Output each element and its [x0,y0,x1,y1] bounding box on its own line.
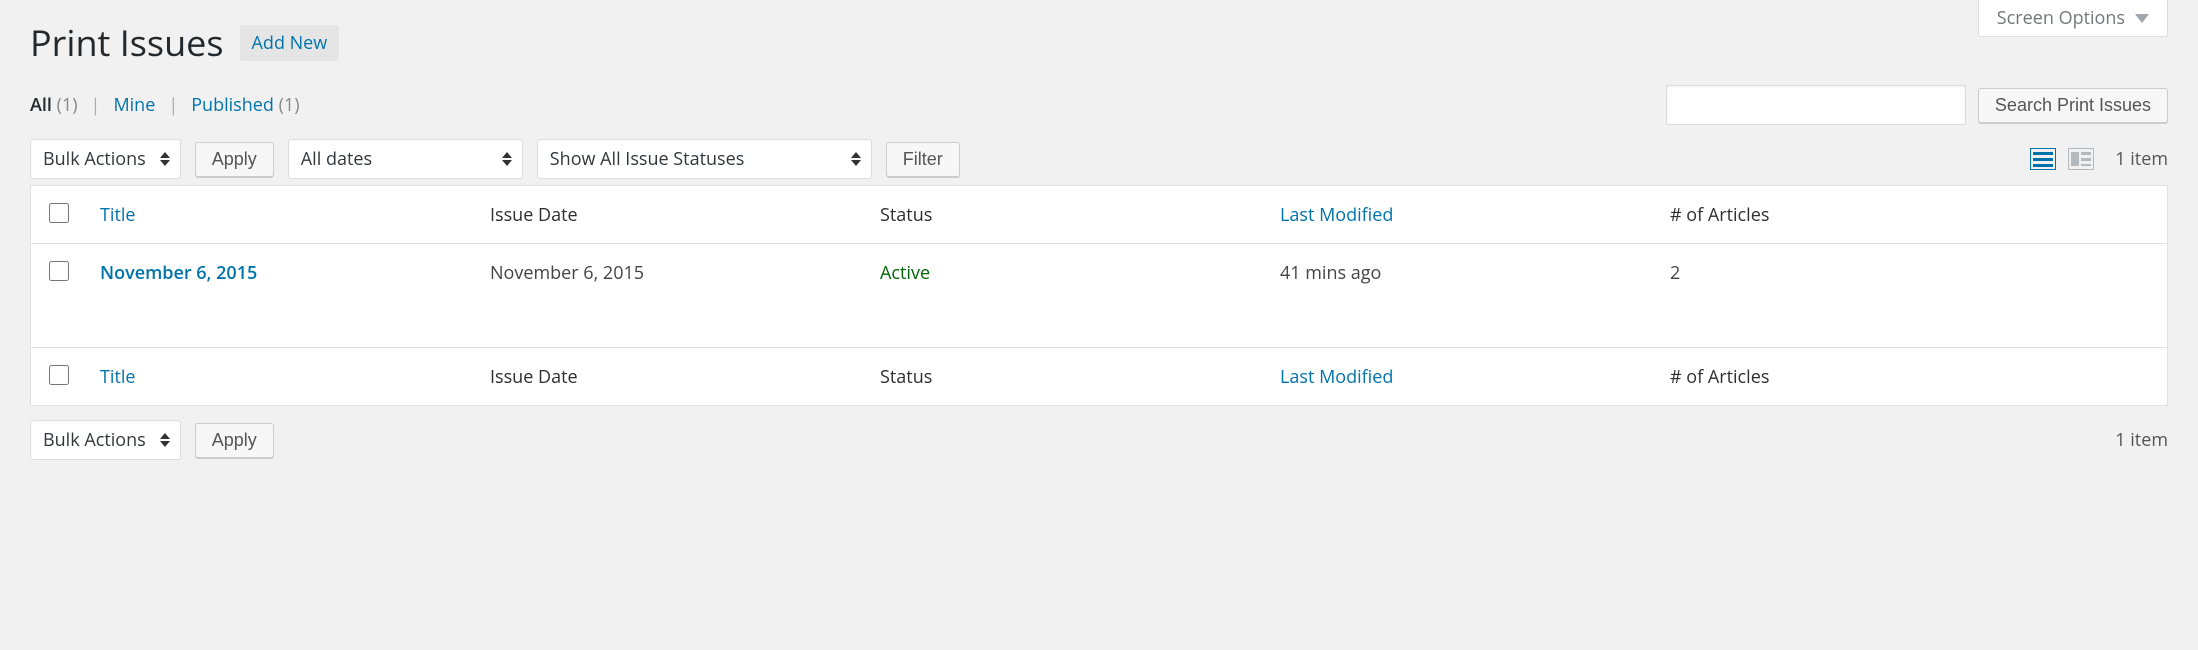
col-title-foot[interactable]: Title [86,348,476,406]
bulk-actions-label-bottom: Bulk Actions [43,428,146,452]
col-status-foot: Status [866,348,1266,406]
search-input[interactable] [1666,85,1966,125]
tablenav-bottom: Bulk Actions Apply 1 item [30,420,2168,460]
col-title[interactable]: Title [86,186,476,244]
search-area: Search Print Issues [1666,85,2168,125]
item-count-top: 1 item [2115,147,2168,171]
col-articles-foot: # of Articles [1656,348,2168,406]
page-title-text: Print Issues [30,18,224,67]
row-issue-date: November 6, 2015 [476,244,866,348]
filter-button[interactable]: Filter [886,142,960,177]
col-status: Status [866,186,1266,244]
table-row: November 6, 2015 November 6, 2015 Active… [31,244,2168,348]
apply-button-bottom[interactable]: Apply [195,423,274,458]
item-count-bottom: 1 item [2115,428,2168,452]
separator: | [88,93,104,117]
filter-links: All (1) | Mine | Published (1) [30,93,300,117]
filter-published[interactable]: Published (1) [191,93,299,117]
separator: | [165,93,181,117]
col-issue-date: Issue Date [476,186,866,244]
col-issue-date-foot: Issue Date [476,348,866,406]
row-title-link[interactable]: November 6, 2015 [100,261,257,285]
view-list-button[interactable] [2027,145,2059,173]
col-last-modified-foot[interactable]: Last Modified [1266,348,1656,406]
filter-published-label[interactable]: Published [191,93,274,117]
bulk-actions-label: Bulk Actions [43,147,146,171]
page-title: Print Issues Add New [30,18,339,67]
filter-all[interactable]: All (1) [30,93,78,117]
table-header-row: Title Issue Date Status Last Modified # … [31,186,2168,244]
row-status: Active [880,261,930,285]
col-last-modified[interactable]: Last Modified [1266,186,1656,244]
row-article-count: 2 [1656,244,2168,348]
row-checkbox[interactable] [49,261,69,281]
date-filter-label: All dates [301,147,372,171]
select-all-top[interactable] [49,203,69,223]
list-view-icon [2030,148,2056,170]
bulk-actions-select-bottom[interactable]: Bulk Actions [30,420,181,460]
table-footer-row: Title Issue Date Status Last Modified # … [31,348,2168,406]
status-filter-select[interactable]: Show All Issue Statuses [537,139,872,179]
apply-button-top[interactable]: Apply [195,142,274,177]
row-last-modified: 41 mins ago [1266,244,1656,348]
filter-all-label: All [30,93,52,117]
date-filter-select[interactable]: All dates [288,139,523,179]
select-all-bottom[interactable] [49,365,69,385]
col-articles: # of Articles [1656,186,2168,244]
filter-all-count: (1) [57,93,78,117]
tablenav-top: Bulk Actions Apply All dates Show All Is… [30,139,2168,179]
filter-published-count: (1) [279,93,300,117]
search-button[interactable]: Search Print Issues [1978,88,2168,123]
bulk-actions-select[interactable]: Bulk Actions [30,139,181,179]
excerpt-view-icon [2068,148,2094,170]
filter-mine[interactable]: Mine [113,93,155,117]
status-filter-label: Show All Issue Statuses [550,147,745,171]
view-excerpt-button[interactable] [2065,145,2097,173]
issues-table: Title Issue Date Status Last Modified # … [30,185,2168,406]
add-new-button[interactable]: Add New [240,25,340,61]
